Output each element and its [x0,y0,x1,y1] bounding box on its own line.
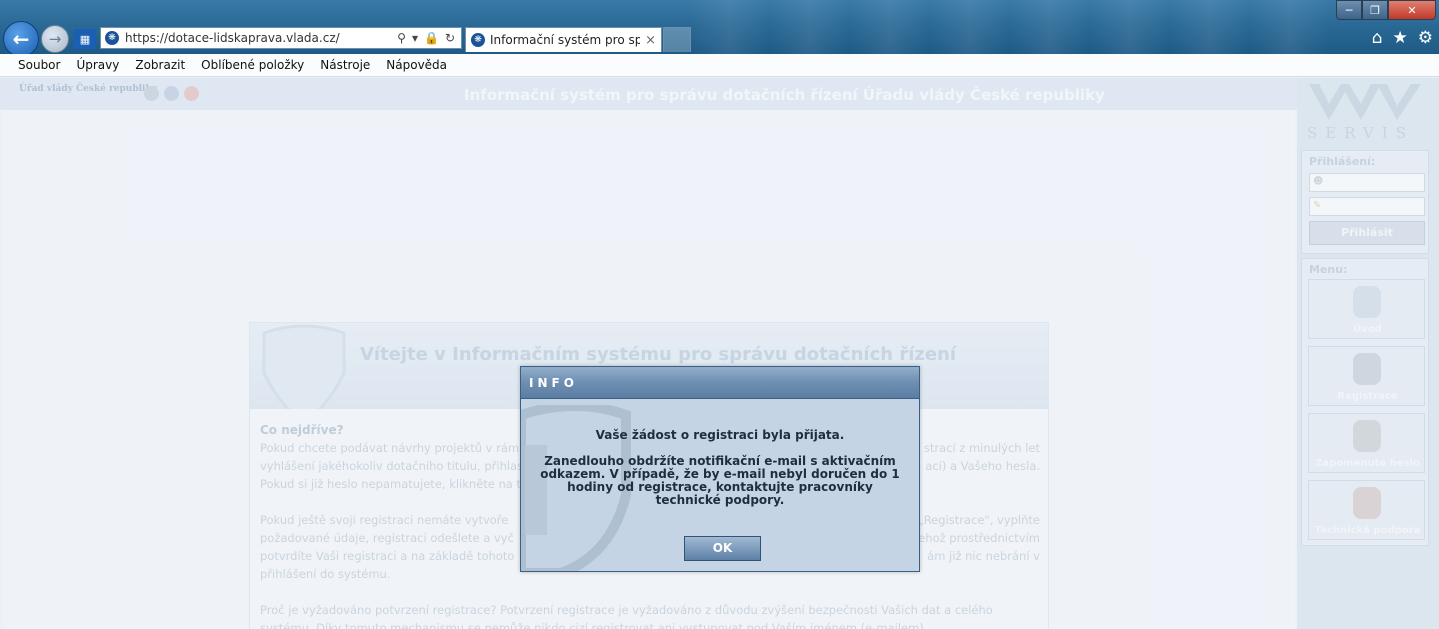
tab-title[interactable]: Informační systém pro sprá... [490,33,640,47]
dialog-title: INFO [529,376,578,390]
tab-favicon-icon: ❋ [471,33,485,47]
chrome-background-decoration [690,0,1330,54]
pinned-site-icon[interactable]: ▦ [74,29,96,49]
home-icon[interactable]: ⌂ [1372,28,1383,48]
menu-item-nastroje[interactable]: Nástroje [312,58,378,72]
browser-toolbar-right: ⌂ ★ ⚙ [1372,28,1433,48]
site-favicon-icon: ❋ [105,31,119,45]
browser-chrome: ← → ▦ ❋ https://dotace-lidskaprava.vlada… [0,0,1439,54]
window-controls: ─ ❐ ✕ [1336,0,1436,20]
arrow-left-icon: ← [12,27,30,51]
back-button[interactable]: ← [3,21,39,54]
favorites-star-icon[interactable]: ★ [1393,28,1408,48]
close-window-button[interactable]: ✕ [1388,0,1436,20]
menu-item-upravy[interactable]: Úpravy [68,58,127,72]
dialog-message-title: Vaše žádost o registraci byla přijata. [595,428,845,442]
maximize-button[interactable]: ❐ [1362,0,1388,20]
address-bar[interactable]: ❋ https://dotace-lidskaprava.vlada.cz/ ⚲… [100,27,462,49]
search-icon[interactable]: ⚲ [397,31,406,45]
minimize-button[interactable]: ─ [1336,0,1362,20]
tab-close-icon[interactable]: × [645,33,656,48]
ok-button[interactable]: OK [684,536,761,561]
menu-item-napoveda[interactable]: Nápověda [378,58,455,72]
forward-button[interactable]: → [41,25,69,53]
dropdown-icon[interactable]: ▾ [412,31,418,45]
dialog-message-body: Zanedlouho obdržíte notifikační e-mail s… [540,454,900,507]
menu-item-zobrazit[interactable]: Zobrazit [127,58,193,72]
refresh-icon[interactable]: ↻ [445,31,455,45]
arrow-right-icon: → [48,30,62,48]
menu-bar: Soubor Úpravy Zobrazit Oblíbené položky … [0,54,1439,77]
menu-item-soubor[interactable]: Soubor [10,58,68,72]
settings-gear-icon[interactable]: ⚙ [1418,28,1433,48]
lock-icon[interactable]: 🔒 [424,31,439,45]
address-url[interactable]: https://dotace-lidskaprava.vlada.cz/ [125,31,397,45]
new-tab-button[interactable] [663,27,691,52]
menu-item-oblibene[interactable]: Oblíbené položky [193,58,312,72]
info-dialog: INFO Vaše žádost o registraci byla přija… [520,366,920,572]
dialog-titlebar: INFO [521,367,919,399]
browser-tab-active[interactable]: ❋ Informační systém pro sprá... × [465,27,662,52]
